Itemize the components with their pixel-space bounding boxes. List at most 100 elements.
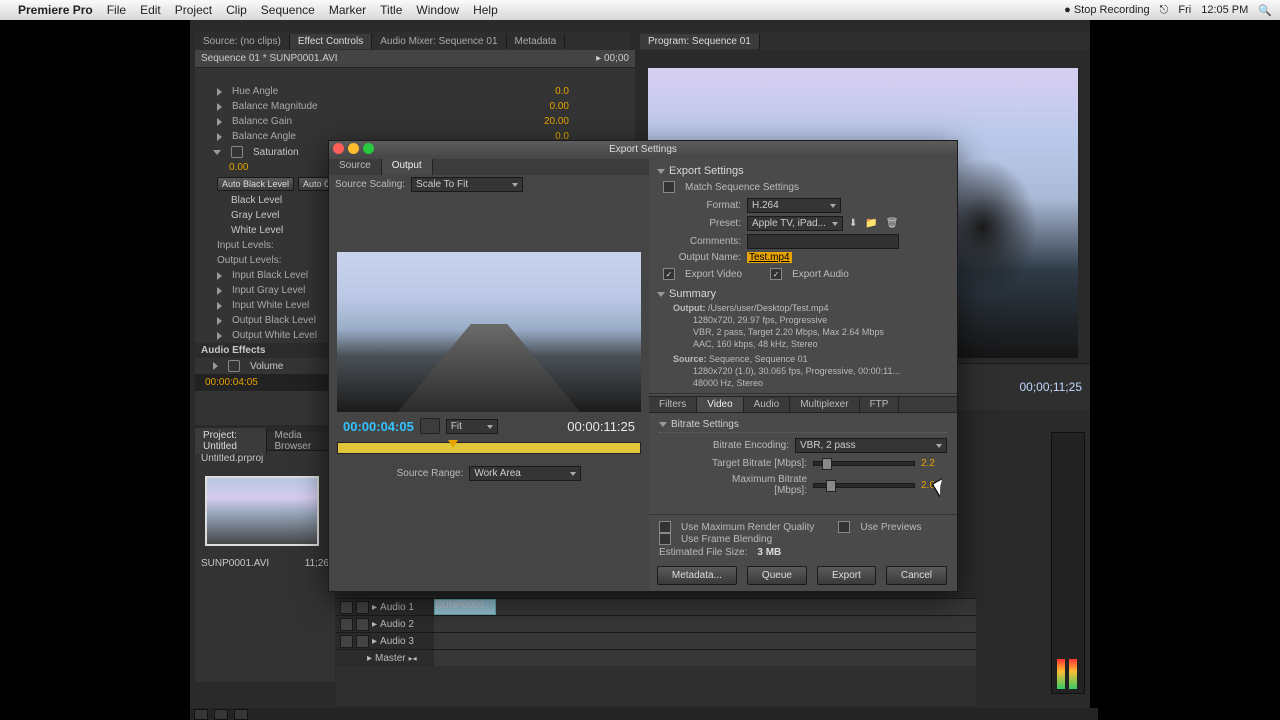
auto-black-level-button[interactable]: Auto Black Level xyxy=(217,177,294,191)
stop-recording[interactable]: ● Stop Recording xyxy=(1064,4,1150,16)
section-summary[interactable]: Summary xyxy=(669,288,716,300)
minimize-icon[interactable] xyxy=(348,143,359,154)
param-balance-magnitude[interactable]: Balance Magnitude xyxy=(232,101,318,112)
ec-timecode[interactable]: 00:00:04:05 xyxy=(201,376,262,389)
param-saturation[interactable]: Saturation xyxy=(253,147,299,158)
tab-project[interactable]: Project: Untitled xyxy=(195,428,267,454)
tab-audio-mixer[interactable]: Audio Mixer: Sequence 01 xyxy=(372,34,506,49)
estimated-file-size: 3 MB xyxy=(757,547,781,558)
dialog-title: Export Settings xyxy=(609,144,677,155)
tab-source-preview[interactable]: Source xyxy=(329,159,382,175)
app-name[interactable]: Premiere Pro xyxy=(18,3,93,17)
param-gray-level[interactable]: Gray Level xyxy=(231,210,279,221)
tab-output-preview[interactable]: Output xyxy=(382,159,433,175)
tool-icon[interactable] xyxy=(234,709,248,720)
preview-scrubber[interactable] xyxy=(337,442,641,454)
metadata-button[interactable]: Metadata... xyxy=(657,566,737,585)
menu-title[interactable]: Title xyxy=(380,3,402,17)
clip-name[interactable]: SUNP0001.AVI xyxy=(201,558,269,569)
dialog-titlebar[interactable]: Export Settings xyxy=(329,141,957,160)
menu-extra-icon[interactable]: ⎋ xyxy=(1160,4,1169,17)
close-icon[interactable] xyxy=(333,143,344,154)
menu-file[interactable]: File xyxy=(107,3,126,17)
max-bitrate-slider[interactable] xyxy=(813,483,915,488)
use-previews-checkbox[interactable] xyxy=(838,521,850,533)
output-name-link[interactable]: Test.mp4 xyxy=(747,252,792,263)
format-select[interactable]: H.264 xyxy=(747,198,841,213)
status-bar xyxy=(190,708,1098,720)
save-preset-icon[interactable]: ⬇ xyxy=(849,218,857,229)
project-panel: Project: Untitled Media Browser Untitled… xyxy=(195,432,335,682)
clock[interactable]: 12:05 PM xyxy=(1201,4,1248,16)
menu-edit[interactable]: Edit xyxy=(140,3,161,17)
menu-help[interactable]: Help xyxy=(473,3,498,17)
export-audio-checkbox[interactable] xyxy=(770,268,782,280)
solo-icon[interactable] xyxy=(356,601,369,614)
program-timecode[interactable]: 00;00;11;25 xyxy=(1019,380,1082,394)
tab-multiplexer[interactable]: Multiplexer xyxy=(790,397,859,412)
target-bitrate-slider[interactable] xyxy=(813,461,915,466)
fit-select[interactable]: Fit xyxy=(446,419,498,434)
import-preset-icon[interactable]: 📁 xyxy=(865,218,877,229)
comments-input[interactable] xyxy=(747,234,899,249)
tab-filters[interactable]: Filters xyxy=(649,397,697,412)
tab-program[interactable]: Program: Sequence 01 xyxy=(640,34,760,49)
section-audio-effects: Audio Effects xyxy=(201,345,265,356)
program-panel-tabs: Program: Sequence 01 xyxy=(640,32,1090,51)
source-scaling-select[interactable]: Scale To Fit xyxy=(411,177,523,192)
effect-volume[interactable]: Volume xyxy=(250,361,283,372)
project-file: Untitled.prproj xyxy=(201,453,263,464)
export-button[interactable]: Export xyxy=(817,566,876,585)
preset-select[interactable]: Apple TV, iPad... xyxy=(747,216,843,231)
param-balance-angle[interactable]: Balance Angle xyxy=(232,131,296,142)
queue-button[interactable]: Queue xyxy=(747,566,807,585)
tool-icon[interactable] xyxy=(214,709,228,720)
play-icon[interactable] xyxy=(420,418,440,434)
tab-media-browser[interactable]: Media Browser xyxy=(267,428,336,454)
menu-clip[interactable]: Clip xyxy=(226,3,247,17)
target-bitrate-value[interactable]: 2.2 xyxy=(921,458,947,469)
preview-timecode-in[interactable]: 00:00:04:05 xyxy=(343,419,414,434)
menu-project[interactable]: Project xyxy=(175,3,212,17)
playhead-icon[interactable] xyxy=(448,440,458,448)
frame-blending-checkbox[interactable] xyxy=(659,533,671,545)
tab-effect-controls[interactable]: Effect Controls xyxy=(290,34,372,49)
param-input-gray[interactable]: Input Gray Level xyxy=(232,285,305,296)
group-bitrate-settings[interactable]: Bitrate Settings xyxy=(671,419,739,430)
tab-metadata[interactable]: Metadata xyxy=(507,34,566,49)
param-output-black[interactable]: Output Black Level xyxy=(232,315,316,326)
tab-audio[interactable]: Audio xyxy=(744,397,791,412)
param-output-white[interactable]: Output White Level xyxy=(232,330,317,341)
menu-sequence[interactable]: Sequence xyxy=(261,3,315,17)
bitrate-encoding-select[interactable]: VBR, 2 pass xyxy=(795,438,947,453)
clip-thumbnail[interactable] xyxy=(205,476,319,546)
export-video-checkbox[interactable] xyxy=(663,268,675,280)
tab-source[interactable]: Source: (no clips) xyxy=(195,34,290,49)
param-hue-angle[interactable]: Hue Angle xyxy=(232,86,278,97)
param-input-black[interactable]: Input Black Level xyxy=(232,270,308,281)
label-source-scaling: Source Scaling: xyxy=(335,179,405,190)
menu-window[interactable]: Window xyxy=(416,3,459,17)
source-range-select[interactable]: Work Area xyxy=(469,466,581,481)
export-preview-video[interactable] xyxy=(337,252,641,412)
max-render-quality-checkbox[interactable] xyxy=(659,521,671,533)
match-sequence-checkbox[interactable] xyxy=(663,181,675,193)
spotlight-icon[interactable]: 🔍 xyxy=(1258,4,1272,17)
section-export-settings[interactable]: Export Settings xyxy=(669,165,744,177)
param-white-level[interactable]: White Level xyxy=(231,225,283,236)
tab-video[interactable]: Video xyxy=(697,397,743,412)
menu-marker[interactable]: Marker xyxy=(329,3,366,17)
audio-clip[interactable]: SUNP0001 xyxy=(434,599,496,615)
param-black-level[interactable]: Black Level xyxy=(231,195,282,206)
param-input-white[interactable]: Input White Level xyxy=(232,300,309,311)
tool-icon[interactable] xyxy=(194,709,208,720)
timeline-panel[interactable]: ▸Audio 1SUNP0001 ▸Audio 2 ▸Audio 3 ▸Mast… xyxy=(336,598,976,706)
delete-preset-icon[interactable]: 🗑 xyxy=(886,218,899,229)
param-balance-gain[interactable]: Balance Gain xyxy=(232,116,292,127)
mouse-cursor-icon xyxy=(935,480,947,496)
mute-icon[interactable] xyxy=(340,601,353,614)
audio-meter xyxy=(1051,432,1085,694)
cancel-button[interactable]: Cancel xyxy=(886,566,947,585)
zoom-icon[interactable] xyxy=(363,143,374,154)
tab-ftp[interactable]: FTP xyxy=(860,397,900,412)
